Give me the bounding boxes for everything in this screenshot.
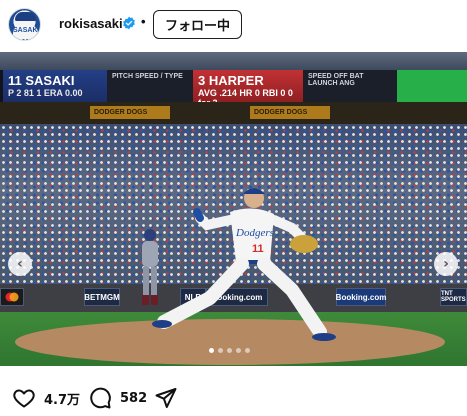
mastercard-logo [5,292,19,302]
avatar-jersey-text: SASAKI 11 [13,25,39,40]
carousel-dot [218,348,223,353]
scoreboard-speed-label: SPEED OFF BAT [308,73,364,80]
jersey-number: 11 [252,243,264,255]
carousel-prev-button[interactable]: ‹ [8,252,32,276]
dodger-dogs-ad: DODGER DOGS [90,106,170,119]
carousel-next-button[interactable]: › [434,252,458,276]
post-photo[interactable]: 11 SASAKI P 2 81 1 ERA 0.00 PITCH SPEED … [0,52,467,366]
username[interactable]: rokisasaki [59,16,123,31]
dodger-dogs-ad-2: DODGER DOGS [250,106,330,119]
comment-count: 582 [120,390,148,406]
comment-icon [90,387,111,409]
wall-ad-booking-2: Booking.com [336,288,386,306]
wall-ad-betmgm: BETMGM [84,288,120,306]
scoreboard: 11 SASAKI P 2 81 1 ERA 0.00 PITCH SPEED … [0,70,467,108]
scoreboard-pitcher-name: 11 SASAKI [8,73,75,88]
carousel-dot [227,348,232,353]
scoreboard-batter-name: 3 HARPER [198,73,264,88]
heart-icon [13,389,35,408]
scoreboard-batter-panel: 3 HARPER AVG .214 HR 0 RBI 0 0 for 3 [193,70,303,108]
comment-button[interactable]: 582 [88,386,147,410]
pitcher: Dodgers 11 [152,188,336,341]
jersey-script: Dodgers [235,227,274,239]
scoreboard-launch-label: LAUNCH ANG [308,80,355,87]
wall-ad-mastercard [0,288,24,306]
wall-ad-tnt: TNT SPORTS [440,288,467,306]
post-header: SASAKI 11 rokisasaki • フォロー中 [0,0,467,52]
carousel-indicator [209,348,250,353]
separator-dot: • [141,14,146,29]
scoreboard-green-panel [397,70,467,102]
carousel-dot [236,348,241,353]
stadium-roof [0,52,467,72]
like-count: 4.7万 [44,392,81,408]
upper-deck-ads: DODGER DOGS DODGER DOGS [0,102,467,124]
following-button[interactable]: フォロー中 [153,10,242,39]
avatar[interactable]: SASAKI 11 [8,8,41,41]
send-icon [155,388,177,408]
scoreboard-speed: SPEED OFF BAT LAUNCH ANG [303,70,397,102]
carousel-dot [209,348,214,353]
share-button[interactable] [154,386,178,410]
scoreboard-pitch-speed: PITCH SPEED / TYPE [107,70,193,102]
carousel-dot [245,348,250,353]
like-button[interactable]: 4.7万 [12,386,80,410]
post-actions: 4.7万 582 [0,366,467,416]
scoreboard-pitcher-panel: 11 SASAKI P 2 81 1 ERA 0.00 [3,70,107,102]
scoreboard-pitcher-stats: P 2 81 1 ERA 0.00 [8,88,83,98]
verified-badge-icon [123,16,135,30]
